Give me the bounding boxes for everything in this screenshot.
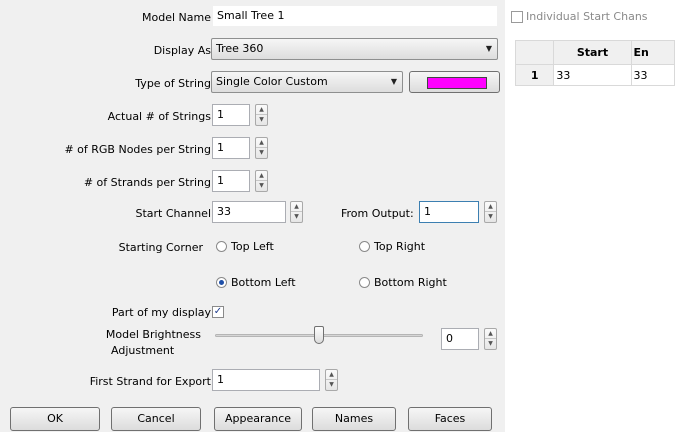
- radio-bottom-right[interactable]: Bottom Right: [359, 276, 447, 289]
- spin-down-icon[interactable]: ▼: [326, 380, 337, 390]
- spin-up-icon[interactable]: ▲: [256, 138, 267, 148]
- starting-corner-label: Starting Corner: [118, 241, 203, 254]
- display-as-label: Display As: [153, 44, 211, 57]
- start-channels-grid: Start En 1 33 33: [514, 40, 675, 86]
- grid-corner-cell: [514, 40, 555, 65]
- individual-start-chans-checkbox[interactable]: [511, 11, 523, 23]
- first-strand-input[interactable]: 1: [212, 369, 320, 391]
- radio-bottom-left-label: Bottom Left: [231, 276, 296, 289]
- model-name-field[interactable]: Small Tree 1: [212, 5, 498, 27]
- strands-spinner[interactable]: ▲ ▼: [255, 170, 268, 192]
- chevron-down-icon: ▼: [390, 77, 397, 86]
- actual-strings-spinner[interactable]: ▲ ▼: [255, 104, 268, 126]
- spin-down-icon[interactable]: ▼: [256, 148, 267, 158]
- brightness-spinner[interactable]: ▲ ▼: [484, 328, 497, 350]
- radio-top-left[interactable]: Top Left: [216, 240, 274, 253]
- grid-header-row: Start En: [514, 40, 675, 65]
- type-of-string-dropdown[interactable]: Single Color Custom ▼: [211, 71, 403, 93]
- type-of-string-label: Type of String: [135, 77, 211, 90]
- color-swatch: [427, 77, 487, 89]
- actual-strings-label: Actual # of Strings: [107, 110, 211, 123]
- radio-top-left-label: Top Left: [231, 240, 274, 253]
- first-strand-label: First Strand for Export: [89, 375, 211, 388]
- spin-up-icon[interactable]: ▲: [291, 202, 302, 212]
- grid-header-end[interactable]: En: [630, 40, 675, 65]
- spin-up-icon[interactable]: ▲: [326, 370, 337, 380]
- display-as-value: Tree 360: [216, 42, 264, 55]
- part-of-display-checkbox[interactable]: ✓: [212, 306, 224, 318]
- part-of-display-label: Part of my display: [111, 306, 211, 319]
- radio-button-icon: [216, 241, 227, 252]
- spin-down-icon[interactable]: ▼: [256, 115, 267, 125]
- spin-down-icon[interactable]: ▼: [256, 181, 267, 191]
- rgb-nodes-label: # of RGB Nodes per String: [64, 143, 211, 156]
- ok-button[interactable]: OK: [10, 407, 100, 431]
- radio-button-selected-icon: [216, 277, 227, 288]
- start-channels-panel: Individual Start Chans Start En 1 33 33: [505, 0, 675, 432]
- names-button[interactable]: Names: [312, 407, 396, 431]
- faces-button[interactable]: Faces: [408, 407, 492, 431]
- radio-top-right[interactable]: Top Right: [359, 240, 425, 253]
- brightness-label-line2: Adjustment: [111, 344, 175, 357]
- grid-header-start[interactable]: Start: [553, 40, 632, 65]
- individual-start-chans-label: Individual Start Chans: [526, 10, 648, 23]
- spin-up-icon[interactable]: ▲: [256, 105, 267, 115]
- table-row: 1 33 33: [514, 64, 675, 86]
- type-of-string-value: Single Color Custom: [216, 75, 328, 88]
- radio-bottom-right-label: Bottom Right: [374, 276, 447, 289]
- radio-button-icon: [359, 277, 370, 288]
- cancel-button[interactable]: Cancel: [111, 407, 201, 431]
- display-as-dropdown[interactable]: Tree 360 ▼: [211, 38, 498, 60]
- appearance-button[interactable]: Appearance: [214, 407, 302, 431]
- radio-top-right-label: Top Right: [374, 240, 426, 253]
- radio-button-icon: [359, 241, 370, 252]
- spin-up-icon[interactable]: ▲: [485, 202, 496, 212]
- brightness-label-line1: Model Brightness: [105, 328, 201, 341]
- grid-cell-start[interactable]: 33: [553, 64, 632, 86]
- rgb-nodes-input[interactable]: 1: [212, 137, 250, 159]
- spin-down-icon[interactable]: ▼: [485, 212, 496, 222]
- spin-down-icon[interactable]: ▼: [485, 339, 496, 349]
- spin-up-icon[interactable]: ▲: [485, 329, 496, 339]
- grid-cell-end[interactable]: 33: [630, 64, 675, 86]
- model-name-label: Model Name: [142, 11, 211, 24]
- brightness-slider-thumb[interactable]: [314, 326, 324, 344]
- spin-down-icon[interactable]: ▼: [291, 212, 302, 222]
- from-output-input[interactable]: 1: [419, 201, 479, 223]
- string-color-button[interactable]: [409, 71, 500, 93]
- first-strand-spinner[interactable]: ▲ ▼: [325, 369, 338, 391]
- start-channel-spinner[interactable]: ▲ ▼: [290, 201, 303, 223]
- checkmark-icon: ✓: [213, 306, 223, 317]
- spin-up-icon[interactable]: ▲: [256, 171, 267, 181]
- rgb-nodes-spinner[interactable]: ▲ ▼: [255, 137, 268, 159]
- from-output-label: From Output:: [341, 207, 414, 220]
- chevron-down-icon: ▼: [485, 44, 492, 53]
- model-properties-panel: Model Name Small Tree 1 Display As Tree …: [0, 0, 505, 432]
- strands-label: # of Strands per String: [83, 176, 211, 189]
- start-channel-input[interactable]: 33: [212, 201, 286, 223]
- grid-row-header[interactable]: 1: [514, 64, 555, 86]
- actual-strings-input[interactable]: 1: [212, 104, 250, 126]
- brightness-input[interactable]: 0: [441, 328, 479, 350]
- from-output-spinner[interactable]: ▲ ▼: [484, 201, 497, 223]
- strands-input[interactable]: 1: [212, 170, 250, 192]
- radio-bottom-left[interactable]: Bottom Left: [216, 276, 296, 289]
- start-channel-label: Start Channel: [135, 207, 211, 220]
